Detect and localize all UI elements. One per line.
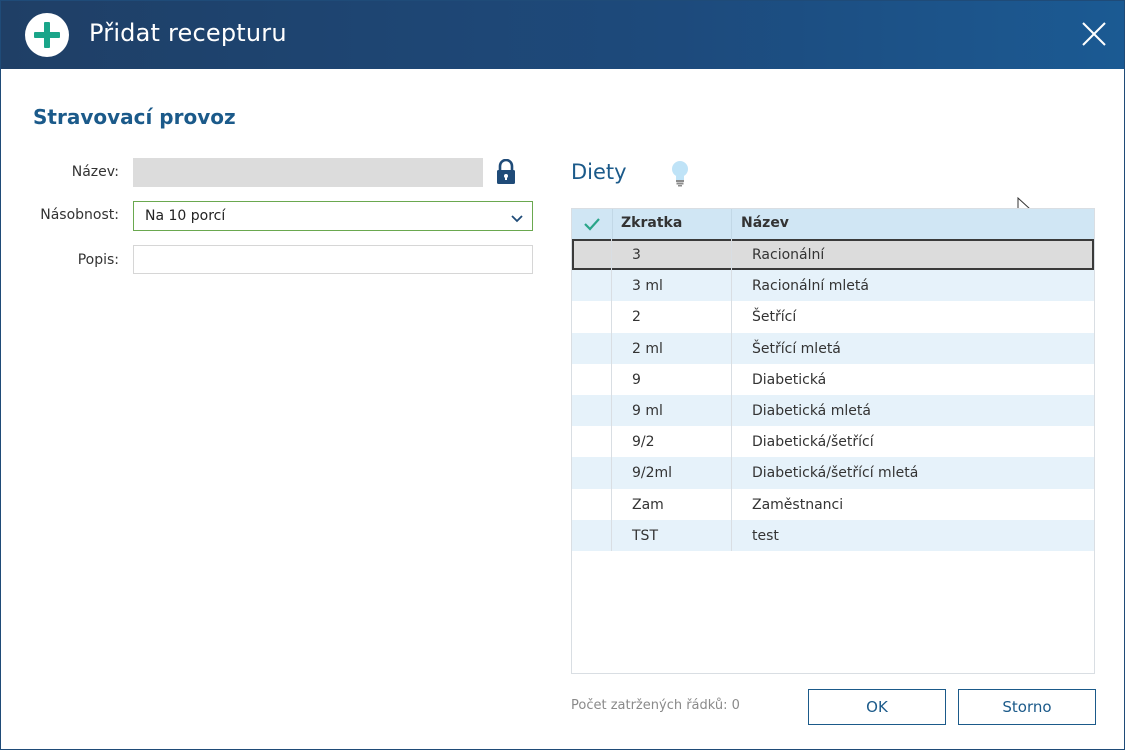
nazev-field xyxy=(133,158,483,187)
popis-label: Popis: xyxy=(77,252,119,268)
nazev-label: Název: xyxy=(71,164,119,180)
cell-zkratka: 3 ml xyxy=(632,278,663,295)
cancel-button[interactable]: Storno xyxy=(958,689,1096,725)
table-row[interactable]: 9/2 Diabetická/šetřící xyxy=(572,426,1094,458)
row-checkbox[interactable] xyxy=(572,301,612,333)
row-checkbox[interactable] xyxy=(572,488,612,520)
lightbulb-icon[interactable] xyxy=(669,159,691,187)
close-icon[interactable] xyxy=(1077,17,1111,51)
cell-zkratka: 9/2ml xyxy=(632,465,673,482)
table-row[interactable]: 9/2ml Diabetická/šetřící mletá xyxy=(572,457,1094,489)
checked-rows-count: Počet zatržených řádků: 0 xyxy=(571,698,740,713)
cell-nazev: Zaměstnanci xyxy=(752,496,844,513)
column-header-nazev[interactable]: Název xyxy=(741,215,789,231)
row-checkbox[interactable] xyxy=(572,270,612,302)
nasobnost-label: Násobnost: xyxy=(40,207,119,223)
table-row[interactable]: 9 Diabetická xyxy=(572,363,1094,395)
table-row[interactable]: 2 Šetřící xyxy=(572,301,1094,333)
grid-rows: 3 Racionální 3 ml Racionální mletá 2 Šet… xyxy=(572,239,1094,551)
nasobnost-select[interactable]: Na 10 porcí xyxy=(133,201,533,231)
cell-zkratka: 9 xyxy=(632,371,641,388)
cell-nazev: test xyxy=(752,527,779,544)
table-row[interactable]: 2 ml Šetřící mletá xyxy=(572,332,1094,364)
checkmark-icon[interactable] xyxy=(572,209,612,239)
popis-field[interactable] xyxy=(133,245,533,274)
cell-zkratka: 2 xyxy=(632,309,641,326)
cell-zkratka: 9/2 xyxy=(632,434,655,451)
nasobnost-value: Na 10 porcí xyxy=(145,208,226,224)
lock-icon[interactable] xyxy=(495,158,517,185)
cell-nazev: Diabetická/šetřící mletá xyxy=(752,465,919,482)
table-row[interactable]: 9 ml Diabetická mletá xyxy=(572,394,1094,427)
row-checkbox[interactable] xyxy=(572,332,612,364)
title-bar: Přidat recepturu xyxy=(1,1,1124,69)
row-checkbox[interactable] xyxy=(572,457,612,489)
cell-nazev: Diabetická mletá xyxy=(752,402,871,419)
ok-button[interactable]: OK xyxy=(808,689,946,725)
row-checkbox[interactable] xyxy=(572,394,612,427)
row-checkbox[interactable] xyxy=(572,426,612,458)
grid-header: Zkratka Název xyxy=(572,209,1094,239)
column-header-zkratka[interactable]: Zkratka xyxy=(621,215,682,231)
cell-zkratka: 3 xyxy=(632,247,641,263)
table-row[interactable]: TST test xyxy=(572,519,1094,551)
chevron-down-icon xyxy=(510,210,524,223)
cell-nazev: Šetřící mletá xyxy=(752,340,841,357)
cell-nazev: Racionální mletá xyxy=(752,278,869,295)
add-circle-icon xyxy=(25,13,69,57)
cell-nazev: Racionální xyxy=(752,247,825,263)
cell-nazev: Šetřící xyxy=(752,309,797,326)
cell-zkratka: 9 ml xyxy=(632,402,663,419)
row-checkbox[interactable] xyxy=(572,519,612,551)
cell-zkratka: Zam xyxy=(632,496,664,513)
diety-grid[interactable]: Zkratka Název 3 Racionální 3 ml Racionál… xyxy=(571,208,1095,674)
cell-zkratka: TST xyxy=(632,527,658,544)
cell-zkratka: 2 ml xyxy=(632,340,663,357)
table-row[interactable]: 3 ml Racionální mletá xyxy=(572,270,1094,302)
table-row[interactable]: Zam Zaměstnanci xyxy=(572,488,1094,520)
dialog-window: Přidat recepturu Stravovací provoz Název… xyxy=(0,0,1125,750)
row-checkbox[interactable] xyxy=(572,239,612,271)
diety-title: Diety xyxy=(571,160,627,184)
dialog-title: Přidat recepturu xyxy=(89,19,287,47)
cell-nazev: Diabetická xyxy=(752,371,827,388)
section-title: Stravovací provoz xyxy=(33,105,236,129)
cell-nazev: Diabetická/šetřící xyxy=(752,434,874,451)
table-row[interactable]: 3 Racionální xyxy=(572,239,1094,271)
row-checkbox[interactable] xyxy=(572,363,612,395)
